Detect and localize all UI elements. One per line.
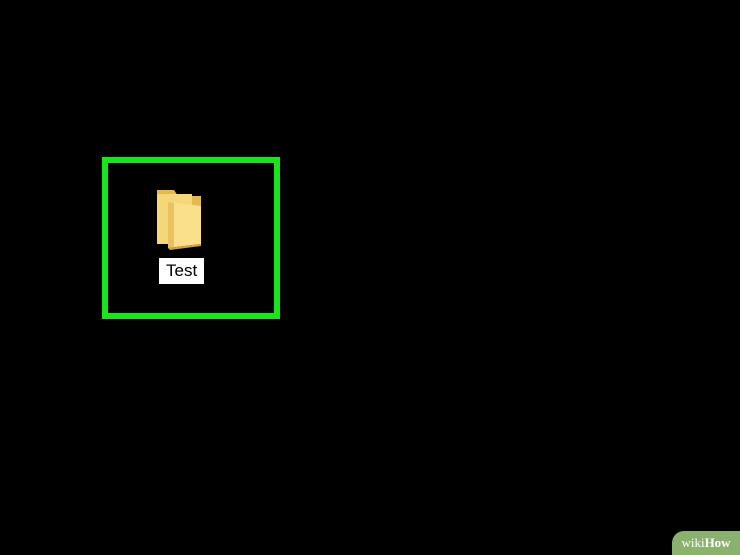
watermark-how: How xyxy=(704,535,731,550)
folder-icon[interactable] xyxy=(154,186,204,252)
folder-shortcut[interactable]: Test xyxy=(140,180,230,290)
folder-label[interactable]: Test xyxy=(159,258,205,284)
watermark-wiki: wiki xyxy=(681,535,705,550)
desktop[interactable]: Test wikiHow xyxy=(0,0,740,555)
wikihow-watermark: wikiHow xyxy=(672,531,740,555)
